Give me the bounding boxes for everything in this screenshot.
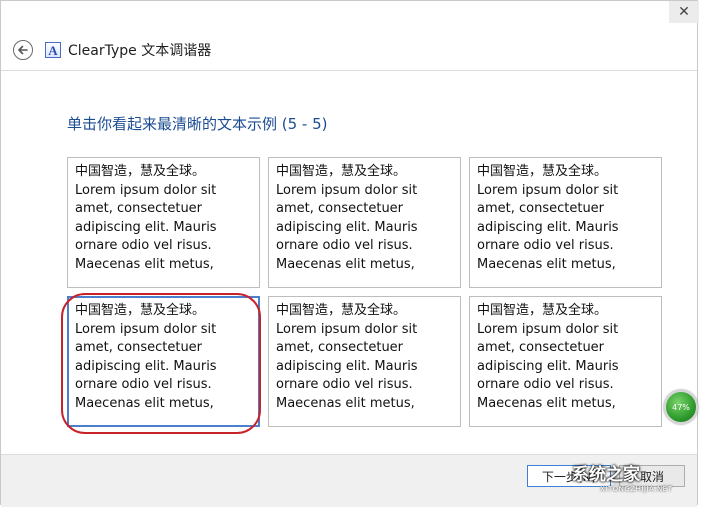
text-sample-grid: 中国智造，慧及全球。 Lorem ipsum dolor sit amet, c… xyxy=(67,157,662,427)
sample-line: Maecenas elit metus, xyxy=(276,395,415,411)
sample-line: 中国智造，慧及全球。 xyxy=(276,303,407,318)
sample-line: adipiscing elit. Mauris xyxy=(75,358,217,374)
sample-line: amet, consectetuer xyxy=(477,201,605,216)
sample-line: Lorem ipsum dolor sit xyxy=(75,321,217,337)
text-sample-6[interactable]: 中国智造，慧及全球。 Lorem ipsum dolor sit amet, c… xyxy=(469,296,662,427)
cancel-button[interactable]: 取消 xyxy=(619,465,685,487)
instruction-text: 单击你看起来最清晰的文本示例 (5 - 5) xyxy=(67,115,328,133)
text-sample-3[interactable]: 中国智造，慧及全球。 Lorem ipsum dolor sit amet, c… xyxy=(469,157,662,288)
progress-ball-widget[interactable]: 47% xyxy=(664,390,698,424)
text-sample-1[interactable]: 中国智造，慧及全球。 Lorem ipsum dolor sit amet, c… xyxy=(67,157,260,288)
sample-line: Lorem ipsum dolor sit xyxy=(276,182,418,198)
sample-line: ornare odio vel risus. xyxy=(276,377,413,392)
cleartype-app-icon: A xyxy=(45,42,61,58)
sample-line: Maecenas elit metus, xyxy=(75,256,214,272)
sample-line: adipiscing elit. Mauris xyxy=(276,219,418,235)
progress-percent: 47% xyxy=(672,402,690,412)
header-divider xyxy=(1,70,697,71)
cleartype-tuner-window: ✕ A ClearType 文本调谐器 单击你看起来最清晰的文本示例 (5 - … xyxy=(0,0,699,507)
sample-line: Lorem ipsum dolor sit xyxy=(477,321,619,337)
sample-line: ornare odio vel risus. xyxy=(276,238,413,253)
sample-line: 中国智造，慧及全球。 xyxy=(75,164,206,179)
header: A ClearType 文本调谐器 xyxy=(13,37,211,63)
sample-line: adipiscing elit. Mauris xyxy=(276,358,418,374)
back-button[interactable] xyxy=(13,40,33,60)
sample-line: ornare odio vel risus. xyxy=(477,377,614,392)
footer-bar: 下一步(N) 取消 xyxy=(1,454,697,507)
sample-line: Maecenas elit metus, xyxy=(477,395,616,411)
sample-line: Lorem ipsum dolor sit xyxy=(75,182,217,198)
text-sample-5[interactable]: 中国智造，慧及全球。 Lorem ipsum dolor sit amet, c… xyxy=(268,296,461,427)
sample-line: amet, consectetuer xyxy=(276,340,404,355)
sample-line: ornare odio vel risus. xyxy=(75,238,212,253)
sample-line: adipiscing elit. Mauris xyxy=(75,219,217,235)
sample-line: Maecenas elit metus, xyxy=(477,256,616,272)
window-title: ClearType 文本调谐器 xyxy=(68,43,212,59)
sample-line: amet, consectetuer xyxy=(75,201,203,216)
sample-line: amet, consectetuer xyxy=(276,201,404,216)
sample-line: Maecenas elit metus, xyxy=(75,395,214,411)
close-button[interactable]: ✕ xyxy=(669,1,699,23)
sample-line: Lorem ipsum dolor sit xyxy=(477,182,619,198)
sample-line: 中国智造，慧及全球。 xyxy=(477,303,608,318)
sample-line: amet, consectetuer xyxy=(477,340,605,355)
text-sample-4-selected[interactable]: 中国智造，慧及全球。 Lorem ipsum dolor sit amet, c… xyxy=(67,296,260,427)
next-button[interactable]: 下一步(N) xyxy=(527,465,611,487)
sample-line: adipiscing elit. Mauris xyxy=(477,358,619,374)
sample-line: 中国智造，慧及全球。 xyxy=(75,303,206,318)
text-sample-2[interactable]: 中国智造，慧及全球。 Lorem ipsum dolor sit amet, c… xyxy=(268,157,461,288)
sample-line: Maecenas elit metus, xyxy=(276,256,415,272)
sample-line: Lorem ipsum dolor sit xyxy=(276,321,418,337)
sample-line: adipiscing elit. Mauris xyxy=(477,219,619,235)
sample-line: 中国智造，慧及全球。 xyxy=(477,164,608,179)
sample-line: amet, consectetuer xyxy=(75,340,203,355)
back-arrow-icon xyxy=(18,45,28,55)
sample-line: ornare odio vel risus. xyxy=(477,238,614,253)
close-icon: ✕ xyxy=(678,4,690,20)
title-bar: ✕ xyxy=(1,1,699,31)
sample-line: 中国智造，慧及全球。 xyxy=(276,164,407,179)
sample-line: ornare odio vel risus. xyxy=(75,377,212,392)
